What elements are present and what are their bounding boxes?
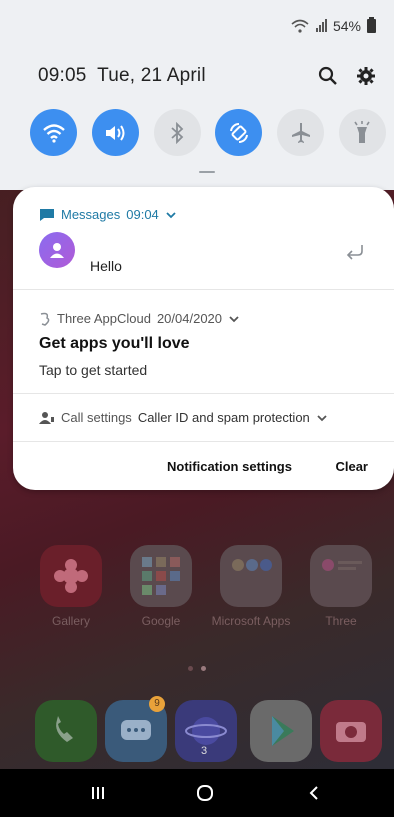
google-folder-icon[interactable] xyxy=(130,545,192,607)
contact-avatar xyxy=(39,232,75,268)
date-time: 09:05 Tue, 21 April xyxy=(38,65,206,87)
call-settings-text: Caller ID and spam protection xyxy=(137,410,310,425)
airplane-mode-toggle[interactable] xyxy=(277,109,325,156)
status-bar: 54% xyxy=(291,17,376,34)
flashlight-icon xyxy=(354,120,371,143)
internet-badge: 3 xyxy=(201,745,208,757)
wifi-toggle[interactable] xyxy=(30,109,77,156)
three-label: Three xyxy=(325,614,357,628)
home-button[interactable] xyxy=(193,781,217,805)
home-icon xyxy=(197,785,213,801)
battery-percentage: 54% xyxy=(332,18,361,34)
chevron-down-icon[interactable] xyxy=(228,315,240,323)
page-indicator xyxy=(188,666,206,671)
quick-settings xyxy=(30,109,386,159)
battery-icon xyxy=(367,17,376,33)
three-appcloud-app-name: Three AppCloud xyxy=(57,311,151,326)
call-settings-app-name: Call settings xyxy=(61,410,132,425)
divider xyxy=(13,393,394,394)
chevron-down-icon[interactable] xyxy=(165,211,177,219)
bluetooth-toggle[interactable] xyxy=(153,109,201,156)
back-button[interactable] xyxy=(302,781,326,805)
wifi-signal-icon xyxy=(291,19,309,33)
date: Tue, 21 April xyxy=(97,65,206,86)
chat-bubble-icon xyxy=(40,208,54,221)
gallery-label: Gallery xyxy=(51,614,90,628)
three-appcloud-body: Tap to get started xyxy=(39,362,148,378)
sound-toggle[interactable] xyxy=(91,109,139,156)
clock-time: 09:05 xyxy=(38,65,87,86)
flashlight-toggle[interactable] xyxy=(338,109,386,156)
caller-id-icon xyxy=(39,411,54,424)
clear-button[interactable]: Clear xyxy=(335,459,368,474)
auto-rotate-toggle[interactable] xyxy=(215,109,263,156)
notifications-panel: Messages 09:04 Hello Three AppCloud 20/0… xyxy=(13,187,394,490)
auto-rotate-icon xyxy=(229,122,248,143)
home-screen: Gallery Google Microsoft Apps Three 9 3 xyxy=(0,490,394,770)
airplane-icon xyxy=(291,122,310,143)
navigation-bar xyxy=(0,769,394,817)
recent-apps-icon xyxy=(92,787,104,799)
camera-icon[interactable] xyxy=(320,700,382,762)
three-logo-icon xyxy=(40,312,50,326)
back-arrow-icon xyxy=(309,786,318,800)
phone-screen: Gallery Google Microsoft Apps Three 9 3 … xyxy=(0,0,394,817)
notification-footer: Notification settings Clear xyxy=(13,459,394,479)
microsoft-folder-icon[interactable] xyxy=(220,545,282,607)
reply-icon[interactable] xyxy=(344,243,366,261)
google-label: Google xyxy=(141,614,181,628)
play-store-icon[interactable] xyxy=(250,700,312,762)
volume-icon xyxy=(106,124,125,141)
cell-signal-icon xyxy=(315,19,327,32)
messages-badge: 9 xyxy=(149,696,165,712)
three-appcloud-header: Three AppCloud 20/04/2020 xyxy=(39,311,240,326)
search-icon[interactable] xyxy=(318,66,338,86)
messages-time: 09:04 xyxy=(126,207,159,222)
recent-apps-button[interactable] xyxy=(86,781,110,805)
three-appcloud-date: 20/04/2020 xyxy=(156,311,223,326)
chevron-down-icon[interactable] xyxy=(316,414,328,422)
shade-drag-handle[interactable] xyxy=(199,171,215,173)
messages-app-name: Messages xyxy=(61,207,121,222)
call-settings-header: Call settings Caller ID and spam protect… xyxy=(39,410,328,425)
three-appcloud-title: Get apps you'll love xyxy=(39,335,190,352)
wifi-icon xyxy=(42,123,65,143)
phone-icon[interactable] xyxy=(35,700,97,762)
messages-header: Messages 09:04 xyxy=(39,207,177,222)
person-icon xyxy=(50,243,64,258)
notification-settings-button[interactable]: Notification settings xyxy=(167,459,292,474)
microsoft-apps-label: Microsoft Apps xyxy=(211,614,291,628)
message-text: Hello xyxy=(90,258,122,274)
three-folder-icon[interactable] xyxy=(310,545,372,607)
notification-shade: 54% 09:05 Tue, 21 April xyxy=(0,0,394,190)
divider xyxy=(13,289,394,290)
divider xyxy=(13,441,394,442)
bluetooth-icon xyxy=(171,121,184,144)
shade-header: 09:05 Tue, 21 April xyxy=(38,63,376,89)
gallery-icon[interactable] xyxy=(40,545,102,607)
settings-gear-icon[interactable] xyxy=(356,66,376,86)
header-actions xyxy=(318,66,376,86)
